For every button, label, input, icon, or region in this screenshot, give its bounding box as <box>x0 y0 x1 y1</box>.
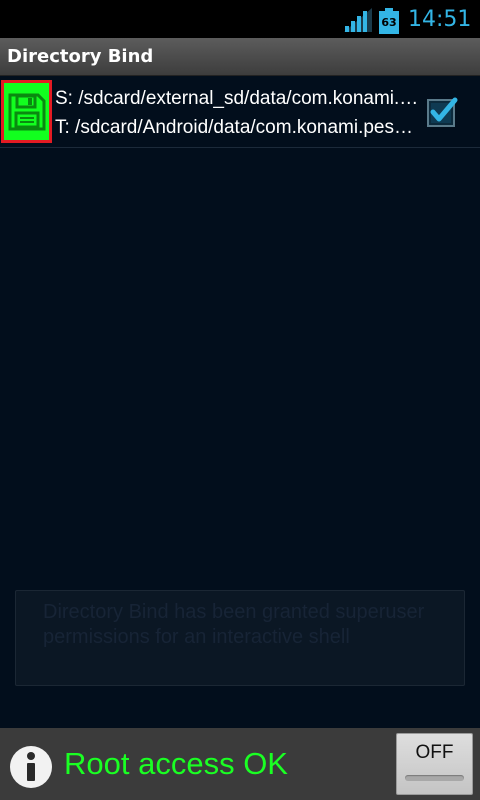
title-bar: Directory Bind <box>0 38 480 76</box>
status-bar: 63 14:51 <box>0 0 480 38</box>
toggle-off-button[interactable]: OFF <box>396 733 473 795</box>
entry-target-path: T: /sdcard/Android/data/com.konami.pes20… <box>55 117 420 138</box>
battery-level: 63 <box>379 11 399 34</box>
toggle-indicator <box>405 775 464 781</box>
toggle-label: OFF <box>415 742 454 763</box>
floppy-disk-icon[interactable] <box>1 80 52 143</box>
entry-source-path: S: /sdcard/external_sd/data/com.konami.p… <box>55 88 420 109</box>
superuser-toast: Directory Bind has been granted superuse… <box>15 590 465 686</box>
entry-checkbox[interactable] <box>424 94 460 130</box>
bind-entry[interactable]: S: /sdcard/external_sd/data/com.konami.p… <box>0 76 480 148</box>
app-title: Directory Bind <box>7 46 154 67</box>
status-clock: 14:51 <box>408 7 472 32</box>
info-icon <box>10 746 52 788</box>
root-status-text: Root access OK <box>64 746 288 781</box>
battery-icon: 63 <box>379 8 399 34</box>
signal-icon <box>344 8 372 32</box>
toast-message: Directory Bind has been granted superuse… <box>43 601 425 648</box>
